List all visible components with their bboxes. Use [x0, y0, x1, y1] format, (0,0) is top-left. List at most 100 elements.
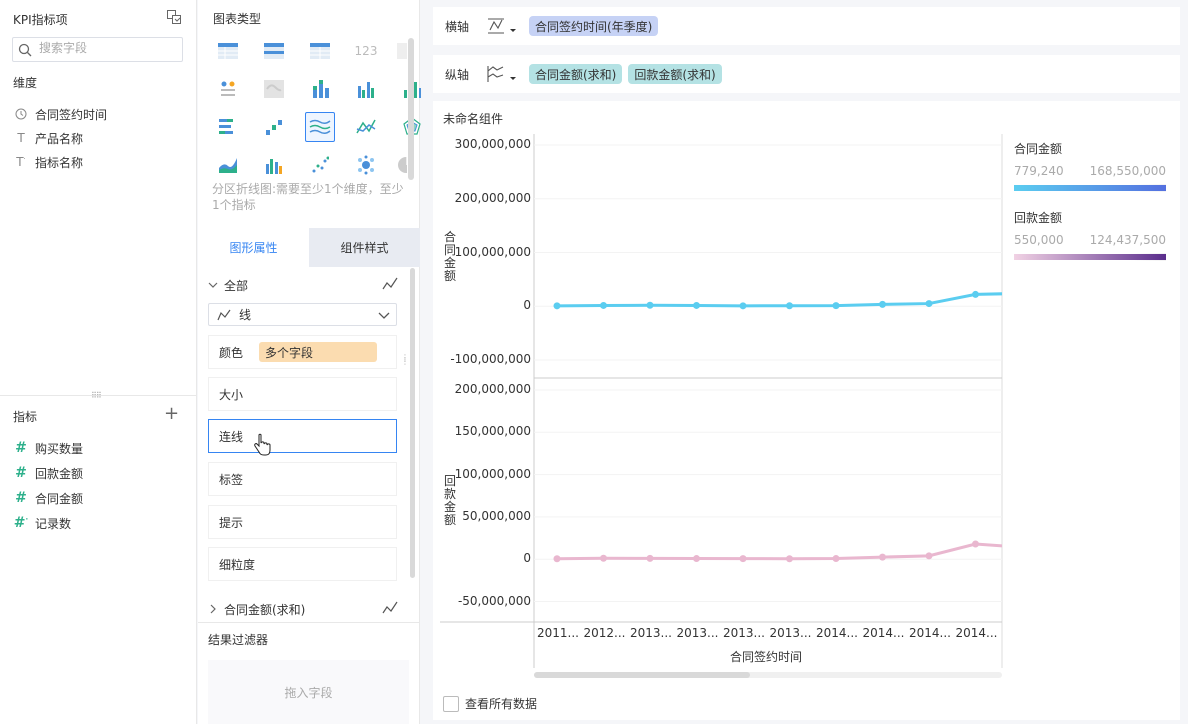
data-point-contract[interactable] — [693, 301, 700, 309]
y-field-pill-contract-amount[interactable]: 合同金额(求和) — [529, 64, 623, 84]
data-point-payment[interactable] — [879, 553, 886, 561]
size-property[interactable]: 大小 — [208, 377, 397, 411]
color-property[interactable]: 颜色 多个字段 — [208, 335, 397, 369]
area-chart-icon[interactable] — [213, 150, 243, 180]
label-property[interactable]: 标签 — [208, 462, 397, 496]
combo-bar-icon[interactable] — [259, 150, 289, 180]
stacked-bar-icon[interactable] — [305, 74, 335, 104]
data-point-contract[interactable] — [972, 290, 979, 298]
cross-table-icon[interactable] — [305, 36, 335, 66]
measure-label: 记录数 — [35, 516, 72, 531]
add-measure-icon[interactable]: + — [164, 404, 179, 424]
line-mark-icon — [382, 601, 398, 615]
data-point-contract[interactable] — [786, 302, 793, 310]
measure-item-contract-amount[interactable]: # 合同金额 — [13, 488, 83, 508]
y-field-pill-payment-amount[interactable]: 回款金额(求和) — [628, 64, 722, 84]
x-axis-shelf[interactable]: 横轴 合同签约时间(年季度) — [433, 7, 1180, 45]
data-point-contract[interactable] — [739, 302, 747, 310]
field-search[interactable] — [12, 37, 183, 62]
number-type-icon: # — [15, 440, 27, 456]
number-type-icon: # — [15, 465, 27, 481]
data-point-payment[interactable] — [646, 554, 654, 562]
data-point-payment[interactable] — [832, 555, 840, 563]
scatter-chart-icon[interactable] — [305, 150, 335, 180]
detail-table-icon[interactable] — [397, 36, 407, 66]
search-input[interactable] — [39, 41, 179, 55]
dimension-item-product-name[interactable]: T 产品名称 — [13, 128, 83, 148]
map-chart-icon[interactable] — [259, 74, 289, 104]
tooltip-property[interactable]: 提示 — [208, 505, 397, 539]
table-chart-icon[interactable] — [213, 36, 243, 66]
tab-component-style[interactable]: 组件样式 — [309, 228, 420, 267]
tab-graphic-properties[interactable]: 图形属性 — [198, 228, 309, 267]
chevron-down-icon — [378, 309, 390, 321]
line-chart-icon[interactable] — [351, 112, 381, 142]
x-axis-sort-icon[interactable] — [485, 16, 529, 36]
data-point-payment[interactable] — [553, 555, 561, 563]
chart-type-scrollbar[interactable] — [408, 38, 414, 180]
data-point-contract[interactable] — [600, 301, 607, 309]
x-axis-title: 合同签约时间 — [730, 650, 803, 664]
dimension-item-indicator-name[interactable]: T· 指标名称 — [13, 152, 83, 172]
switch-dataset-icon[interactable] — [166, 9, 182, 25]
filter-drop-zone[interactable]: 拖入字段 — [208, 660, 409, 724]
checkbox-box[interactable] — [443, 695, 459, 712]
legend-gradient-payment[interactable] — [1014, 251, 1166, 263]
data-point-payment[interactable] — [925, 552, 933, 560]
y-axis-shelf[interactable]: 纵轴 合同金额(求和) 回款金额(求和) — [433, 55, 1180, 93]
partitioned-line-chart-icon[interactable] — [305, 112, 335, 142]
contract-amount-section-header[interactable]: 合同金额(求和) — [208, 600, 398, 618]
legend-gradient-contract[interactable] — [1014, 182, 1166, 194]
show-all-data-checkbox[interactable]: 查看所有数据 — [443, 695, 537, 712]
measure-item-purchase-qty[interactable]: # 购买数量 — [13, 438, 83, 458]
color-field-tag[interactable]: 多个字段 — [259, 342, 378, 362]
dimension-item-contract-time[interactable]: 合同签约时间 — [13, 104, 107, 124]
dimension-label: 指标名称 — [35, 155, 84, 170]
horizontal-bar-icon[interactable] — [213, 112, 243, 142]
data-point-payment[interactable] — [600, 554, 607, 562]
horizontal-scrollbar[interactable] — [534, 672, 1002, 678]
drag-handle-icon[interactable]: ⋮ ⋮ — [401, 354, 409, 366]
data-point-payment[interactable] — [693, 555, 700, 563]
card-chart-icon[interactable] — [213, 74, 243, 104]
chart-config-panel: 图表类型 123 分区折线图:需要至少1个维度，至少1个指标 图形属性 组件样式… — [198, 0, 421, 724]
all-section-header[interactable]: 全部 — [208, 276, 398, 294]
divider — [198, 622, 420, 623]
data-point-payment[interactable] — [739, 555, 747, 563]
chart-workspace: 横轴 合同签约时间(年季度) 纵轴 合同金额(求和) 回款金额(求和) 未命名组… — [421, 0, 1188, 724]
data-point-contract[interactable] — [879, 300, 886, 308]
data-point-contract[interactable] — [646, 301, 654, 309]
dimension-label: 产品名称 — [35, 131, 84, 146]
line-mark-icon — [382, 277, 398, 291]
granularity-property[interactable]: 细粒度 — [208, 547, 397, 581]
x-field-pill[interactable]: 合同签约时间(年季度) — [529, 16, 659, 36]
bubble-chart-icon[interactable] — [351, 150, 381, 180]
measure-item-record-count[interactable]: #· 记录数 — [13, 513, 71, 533]
y-axis-label: 纵轴 — [445, 67, 470, 82]
panel-resize-handle[interactable]: ⠿⠿ — [0, 391, 197, 400]
measure-item-payment-amount[interactable]: # 回款金额 — [13, 463, 83, 483]
grouped-table-icon[interactable] — [259, 36, 289, 66]
data-point-payment[interactable] — [972, 540, 979, 548]
property-scrollbar[interactable] — [410, 268, 415, 578]
grouped-bar-icon[interactable] — [351, 74, 381, 104]
data-point-contract[interactable] — [832, 302, 840, 310]
data-point-payment[interactable] — [786, 555, 793, 563]
dimensions-heading: 维度 — [13, 76, 38, 90]
data-point-contract[interactable] — [553, 302, 561, 310]
connect-line-property[interactable]: 连线 — [208, 419, 397, 456]
pie-chart-icon[interactable] — [397, 150, 407, 180]
color-label: 颜色 — [219, 345, 244, 360]
granularity-label: 细粒度 — [219, 557, 256, 572]
measure-label: 合同金额 — [35, 491, 84, 506]
field-panel: KPI指标项 维度 合同签约时间 T 产品名称 T· 指标名称 ⠿⠿ 指标 + … — [0, 0, 197, 724]
data-point-contract[interactable] — [925, 300, 933, 308]
mark-type-select[interactable]: 线 — [208, 303, 397, 326]
property-tabs: 图形属性 组件样式 — [198, 228, 420, 267]
kpi-number-icon[interactable]: 123 — [351, 36, 381, 66]
scrollbar-thumb[interactable] — [534, 672, 750, 678]
label-label: 标签 — [219, 472, 244, 487]
y-axis-sort-icon[interactable] — [485, 64, 529, 84]
number-type-icon: # — [15, 490, 27, 506]
waterfall-chart-icon[interactable] — [259, 112, 289, 142]
